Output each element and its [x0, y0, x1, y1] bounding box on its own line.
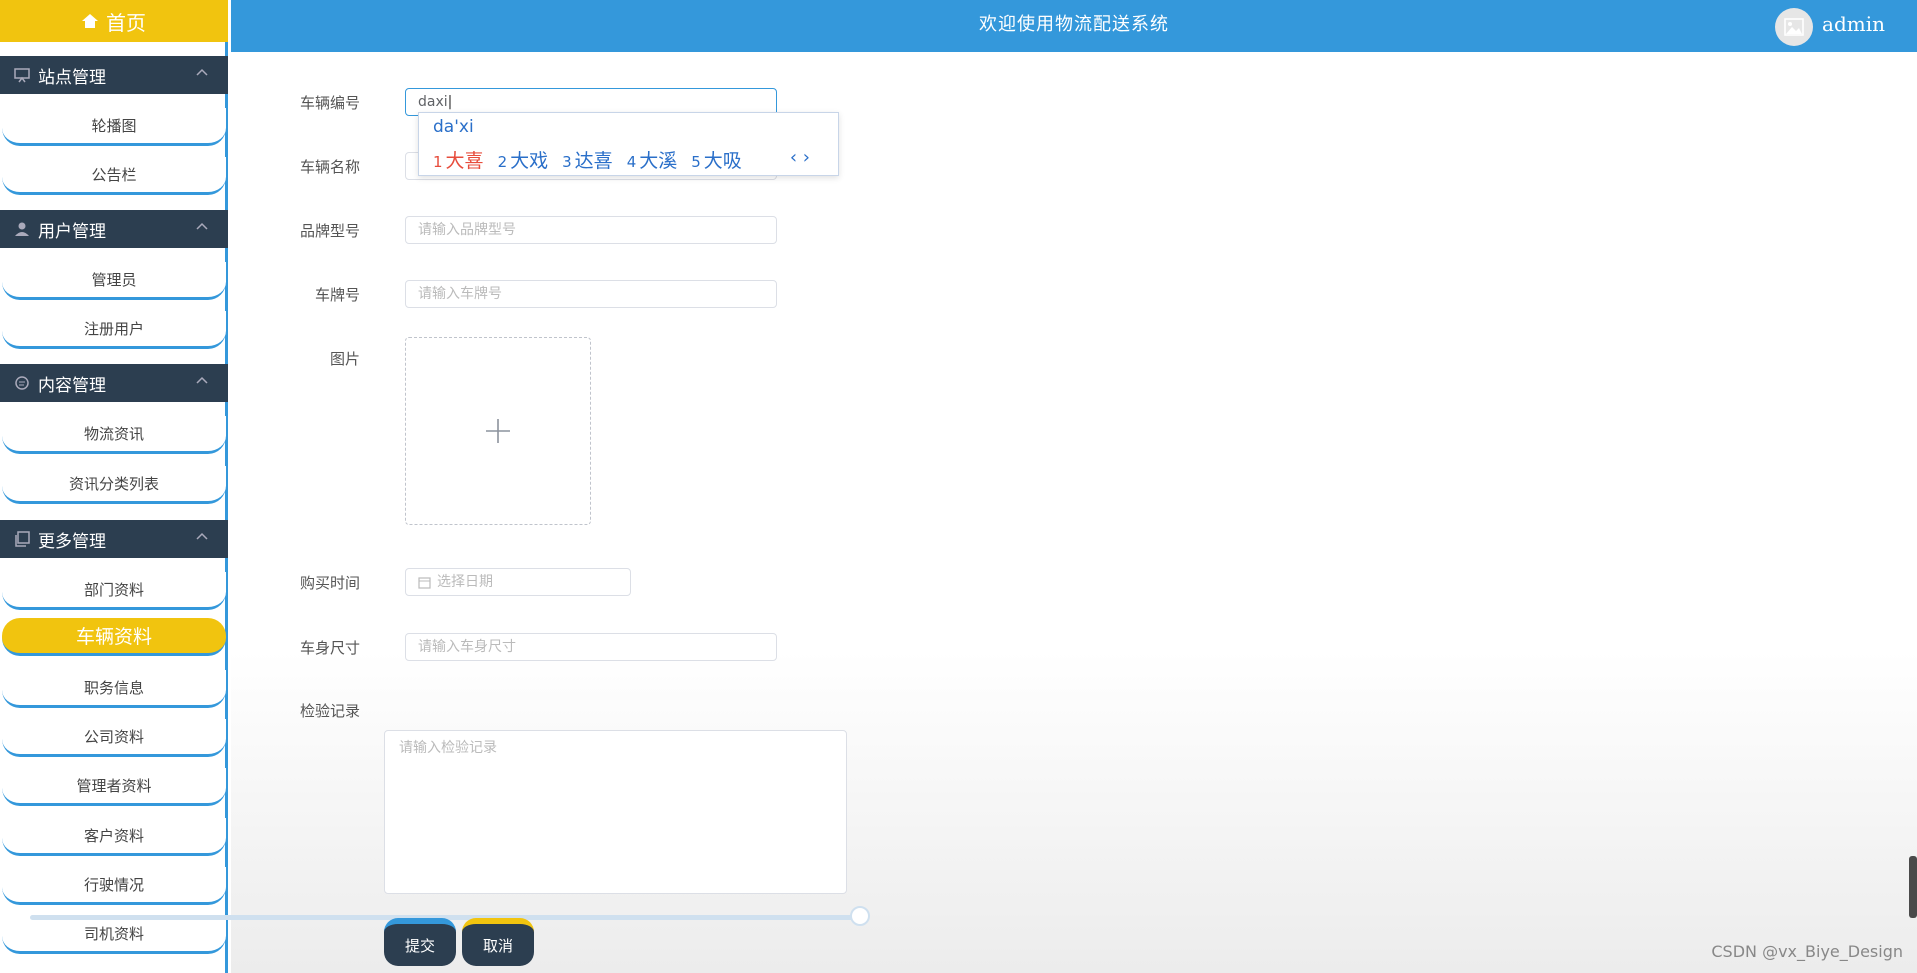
sidebar-item-label: 司机资料	[83, 925, 144, 943]
purchase-time-input[interactable]: 选择日期	[405, 568, 631, 596]
sidebar-item-manager[interactable]: 管理者资料	[2, 768, 226, 806]
sidebar-item-position[interactable]: 职务信息	[2, 670, 226, 708]
chevron-up-icon	[196, 68, 208, 76]
sidebar-item-carousel[interactable]: 轮播图	[2, 108, 226, 146]
sidebar-item-company[interactable]: 公司资料	[2, 719, 226, 757]
sidebar-item-department[interactable]: 部门资料	[2, 572, 226, 610]
vehicle-no-label: 车辆编号	[299, 94, 360, 112]
sidebar-item-label: 职务信息	[83, 679, 144, 697]
ime-candidate[interactable]: 3 达喜	[562, 146, 613, 173]
group-title: 更多管理	[38, 531, 106, 552]
slider-handle[interactable]	[850, 906, 870, 926]
sidebar-item-logistics-news[interactable]: 物流资讯	[2, 416, 226, 454]
ime-candidate[interactable]: 2 大戏	[498, 146, 549, 173]
ime-composition: da'xi	[433, 117, 474, 137]
ime-candidate[interactable]: 1 大喜	[433, 146, 484, 173]
inspection-textarea[interactable]: 请输入检验记录	[384, 730, 847, 894]
plate-no-label: 车牌号	[314, 286, 360, 304]
sidebar-item-label: 注册用户	[83, 320, 144, 338]
ime-candidate[interactable]: 5 大吸	[691, 146, 742, 173]
purchase-time-label: 购买时间	[299, 574, 360, 592]
cancel-button[interactable]: 取消	[462, 918, 534, 966]
purchase-time-placeholder: 选择日期	[437, 574, 493, 590]
monitor-icon	[14, 68, 30, 83]
sidebar-item-registered-users[interactable]: 注册用户	[2, 311, 226, 349]
sidebar-item-label: 管理员	[91, 271, 137, 289]
group-header-content[interactable]: 内容管理	[0, 364, 228, 402]
sidebar-item-driving[interactable]: 行驶情况	[2, 867, 226, 905]
home-label: 首页	[106, 10, 146, 35]
scrollbar-handle[interactable]	[1909, 856, 1917, 918]
chat-icon	[15, 376, 29, 390]
system-title: 欢迎使用物流配送系统	[979, 14, 1169, 35]
ime-candidate[interactable]: 4 大溪	[627, 146, 678, 173]
sidebar: 首页 站点管理 轮播图 公告栏 用户管理 管理员 注册用户 内容管理 物流资讯 …	[0, 0, 228, 973]
sidebar-item-customer[interactable]: 客户资料	[2, 818, 226, 856]
sidebar-item-label: 物流资讯	[83, 425, 144, 443]
brand-model-input[interactable]: 请输入品牌型号	[405, 216, 777, 244]
group-title: 用户管理	[38, 221, 106, 242]
username[interactable]: admin	[1822, 12, 1885, 36]
sidebar-item-label: 公告栏	[91, 166, 137, 184]
group-header-more[interactable]: 更多管理	[0, 520, 228, 558]
sidebar-item-notice[interactable]: 公告栏	[2, 157, 226, 195]
sidebar-item-driver[interactable]: 司机资料	[2, 916, 226, 954]
body-size-label: 车身尺寸	[299, 639, 360, 657]
sidebar-item-label: 部门资料	[83, 581, 144, 599]
group-title: 内容管理	[38, 375, 106, 396]
body-size-input[interactable]: 请输入车身尺寸	[405, 633, 777, 661]
top-bar: 欢迎使用物流配送系统 admin	[231, 0, 1917, 52]
plus-icon	[486, 419, 510, 443]
sidebar-item-label: 轮播图	[91, 117, 137, 135]
brand-model-label: 品牌型号	[299, 222, 360, 240]
vehicle-no-value: daxi	[418, 94, 448, 110]
avatar[interactable]	[1775, 8, 1813, 46]
sidebar-item-label: 公司资料	[83, 728, 144, 746]
sidebar-item-label: 行驶情况	[83, 876, 144, 894]
image-upload[interactable]	[405, 337, 591, 525]
plate-no-input[interactable]: 请输入车牌号	[405, 280, 777, 308]
group-header-site[interactable]: 站点管理	[0, 56, 228, 94]
home-icon	[82, 14, 98, 28]
group-title: 站点管理	[38, 67, 106, 88]
inspection-placeholder: 请输入检验记录	[399, 740, 497, 756]
ime-candidates: 1 大喜 2 大戏 3 达喜 4 大溪 5 大吸	[433, 146, 742, 173]
chevron-up-icon	[196, 222, 208, 230]
copy-icon	[15, 531, 30, 547]
sidebar-item-label: 客户资料	[83, 827, 144, 845]
sidebar-item-label: 车辆资料	[75, 626, 152, 648]
submit-button[interactable]: 提交	[384, 918, 456, 966]
group-header-user[interactable]: 用户管理	[0, 210, 228, 248]
ime-candidate-popup: da'xi 1 大喜 2 大戏 3 达喜 4 大溪 5 大吸 ‹ ›	[418, 112, 839, 176]
inspection-label: 检验记录	[299, 702, 360, 720]
plate-no-placeholder: 请输入车牌号	[418, 286, 502, 302]
sidebar-item-vehicle[interactable]: 车辆资料	[2, 618, 226, 656]
vehicle-name-label: 车辆名称	[299, 158, 360, 176]
chevron-up-icon	[196, 376, 208, 384]
sidebar-item-admin[interactable]: 管理员	[2, 262, 226, 300]
sidebar-item-label: 资讯分类列表	[68, 475, 159, 493]
user-icon	[15, 222, 29, 236]
image-label: 图片	[329, 350, 360, 368]
chevron-up-icon	[196, 532, 208, 540]
image-icon	[1784, 18, 1804, 36]
sidebar-item-news-category[interactable]: 资讯分类列表	[2, 466, 226, 504]
ime-page-nav[interactable]: ‹ ›	[790, 147, 810, 168]
home-button[interactable]: 首页	[0, 0, 228, 42]
calendar-icon	[418, 576, 431, 589]
body-size-placeholder: 请输入车身尺寸	[418, 639, 516, 655]
brand-model-placeholder: 请输入品牌型号	[418, 222, 516, 238]
sidebar-item-label: 管理者资料	[76, 777, 152, 795]
watermark: CSDN @vx_Biye_Design	[1711, 942, 1903, 961]
